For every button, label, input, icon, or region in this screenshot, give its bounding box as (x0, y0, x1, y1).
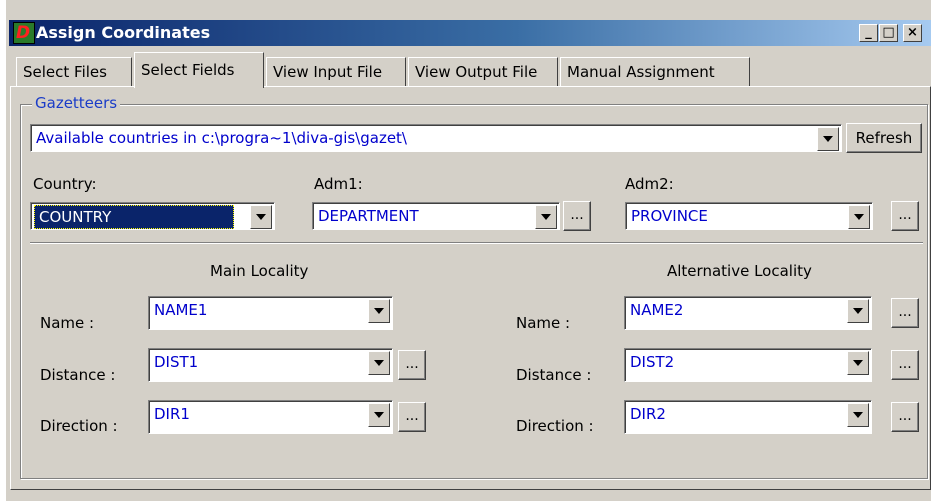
main-name-label: Name : (40, 314, 95, 332)
app-icon: D (13, 22, 35, 44)
restore-button[interactable]: □ (879, 24, 898, 42)
gazetteers-label: Gazetteers (32, 94, 121, 112)
chevron-down-icon[interactable] (848, 205, 870, 229)
main-direction-label: Direction : (40, 417, 118, 435)
adm2-browse-button[interactable]: ... (891, 201, 919, 231)
tab-view-output-file[interactable]: View Output File (408, 57, 558, 87)
chevron-down-icon[interactable] (535, 205, 557, 229)
alt-distance-select[interactable]: DIST2 (624, 348, 872, 382)
main-locality-heading: Main Locality (210, 262, 309, 280)
alt-distance-label: Distance : (516, 366, 592, 384)
main-direction-value: DIR1 (154, 405, 190, 423)
adm2-value: PROVINCE (631, 207, 708, 225)
main-direction-browse-button[interactable]: ... (398, 402, 426, 432)
window-title: Assign Coordinates (36, 23, 211, 42)
alt-name-label: Name : (516, 314, 571, 332)
adm2-label: Adm2: (625, 175, 674, 193)
adm1-value: DEPARTMENT (318, 207, 419, 225)
gazetteer-source-select[interactable]: Available countries in c:\progra~1\diva-… (30, 124, 842, 152)
adm1-select[interactable]: DEPARTMENT (312, 202, 560, 230)
alt-direction-browse-button[interactable]: ... (891, 402, 919, 432)
tab-select-fields[interactable]: Select Fields (134, 52, 264, 88)
chevron-down-icon[interactable] (817, 127, 839, 151)
adm2-select[interactable]: PROVINCE (625, 202, 873, 230)
alt-direction-select[interactable]: DIR2 (624, 400, 872, 434)
main-distance-select[interactable]: DIST1 (148, 348, 393, 382)
chevron-down-icon[interactable] (847, 351, 869, 375)
alternative-locality-heading: Alternative Locality (667, 262, 812, 280)
alt-direction-label: Direction : (516, 417, 594, 435)
alt-distance-value: DIST2 (630, 353, 675, 371)
divider (30, 242, 923, 244)
country-select[interactable]: COUNTRY (30, 202, 275, 230)
tab-view-input-file[interactable]: View Input File (266, 57, 406, 87)
country-label: Country: (33, 175, 97, 193)
country-value: COUNTRY (34, 205, 234, 229)
adm1-label: Adm1: (314, 175, 363, 193)
refresh-button[interactable]: Refresh (846, 123, 922, 153)
chevron-down-icon[interactable] (368, 299, 390, 323)
main-name-value: NAME1 (154, 301, 208, 319)
adm1-browse-button[interactable]: ... (563, 201, 591, 231)
alt-name-browse-button[interactable]: ... (891, 298, 919, 328)
close-button[interactable]: × (903, 24, 922, 42)
chevron-down-icon[interactable] (368, 403, 390, 427)
gazetteer-source-value: Available countries in c:\progra~1\diva-… (36, 129, 407, 147)
alt-direction-value: DIR2 (630, 405, 666, 423)
chevron-down-icon[interactable] (847, 299, 869, 323)
chevron-down-icon[interactable] (368, 351, 390, 375)
alt-name-value: NAME2 (630, 301, 684, 319)
main-name-select[interactable]: NAME1 (148, 296, 393, 330)
main-distance-value: DIST1 (154, 353, 199, 371)
main-distance-browse-button[interactable]: ... (398, 350, 426, 380)
alt-name-select[interactable]: NAME2 (624, 296, 872, 330)
alt-distance-browse-button[interactable]: ... (891, 350, 919, 380)
main-direction-select[interactable]: DIR1 (148, 400, 393, 434)
main-distance-label: Distance : (40, 366, 116, 384)
chevron-down-icon[interactable] (250, 205, 272, 229)
tab-manual-assignment[interactable]: Manual Assignment (560, 57, 750, 87)
minimize-button[interactable]: _ (859, 24, 878, 42)
chevron-down-icon[interactable] (847, 403, 869, 427)
tab-select-files[interactable]: Select Files (16, 57, 132, 87)
